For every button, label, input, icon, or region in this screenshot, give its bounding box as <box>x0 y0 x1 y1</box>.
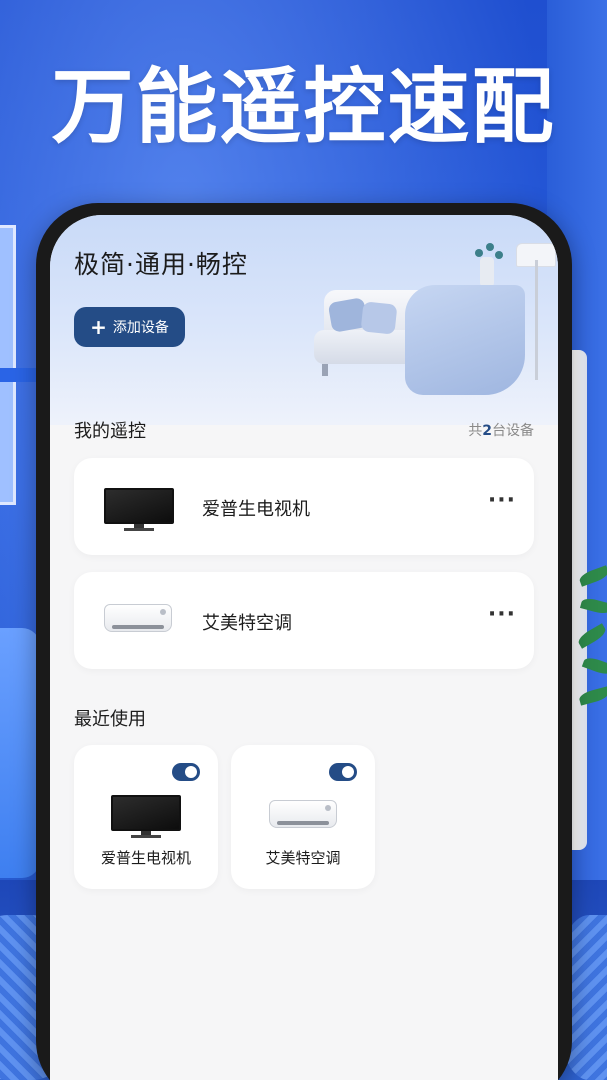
recent-device-name: 爱普生电视机 <box>100 849 191 867</box>
recent-title: 最近使用 <box>74 709 146 730</box>
blanket-illustration <box>405 285 525 395</box>
tv-icon <box>104 488 174 532</box>
enable-toggle[interactable] <box>329 763 357 781</box>
ac-icon <box>269 800 337 834</box>
app-screen: 极简·通用·畅控 + 添加设备 我的遥控 共2台设备 爱普生电视机 ··· 艾美… <box>50 215 558 1080</box>
recent-card-tv[interactable]: 爱普生电视机 <box>74 745 218 889</box>
flower-illustration <box>475 249 483 257</box>
device-name: 艾美特空调 <box>202 613 292 634</box>
add-device-label: 添加设备 <box>112 320 169 336</box>
tv-icon <box>111 795 181 839</box>
flower-illustration <box>495 251 503 259</box>
flower-illustration <box>486 243 494 251</box>
plus-icon: + <box>90 315 107 339</box>
recent-card-ac[interactable]: 艾美特空调 <box>231 745 375 889</box>
device-count: 共2台设备 <box>468 423 534 439</box>
more-options-icon[interactable]: ··· <box>488 602 516 627</box>
device-name: 爱普生电视机 <box>202 499 310 520</box>
vase-illustration <box>480 257 494 287</box>
hero-title: 极简·通用·畅控 <box>74 250 248 279</box>
lamp-pole <box>535 260 538 380</box>
recent-device-name: 艾美特空调 <box>265 849 341 867</box>
device-card-ac[interactable]: 艾美特空调 ··· <box>74 572 534 669</box>
device-card-tv[interactable]: 爱普生电视机 ··· <box>74 458 534 555</box>
enable-toggle[interactable] <box>172 763 200 781</box>
promo-headline: 万能遥控速配 <box>51 60 556 155</box>
ac-icon <box>104 604 172 638</box>
more-options-icon[interactable]: ··· <box>488 488 516 513</box>
add-device-button[interactable]: + 添加设备 <box>74 307 185 347</box>
hero-banner: 极简·通用·畅控 + 添加设备 <box>50 215 558 425</box>
background-sofa <box>0 628 40 878</box>
background-window <box>0 225 16 505</box>
background-plant <box>575 560 607 740</box>
my-remotes-title: 我的遥控 <box>74 421 146 442</box>
